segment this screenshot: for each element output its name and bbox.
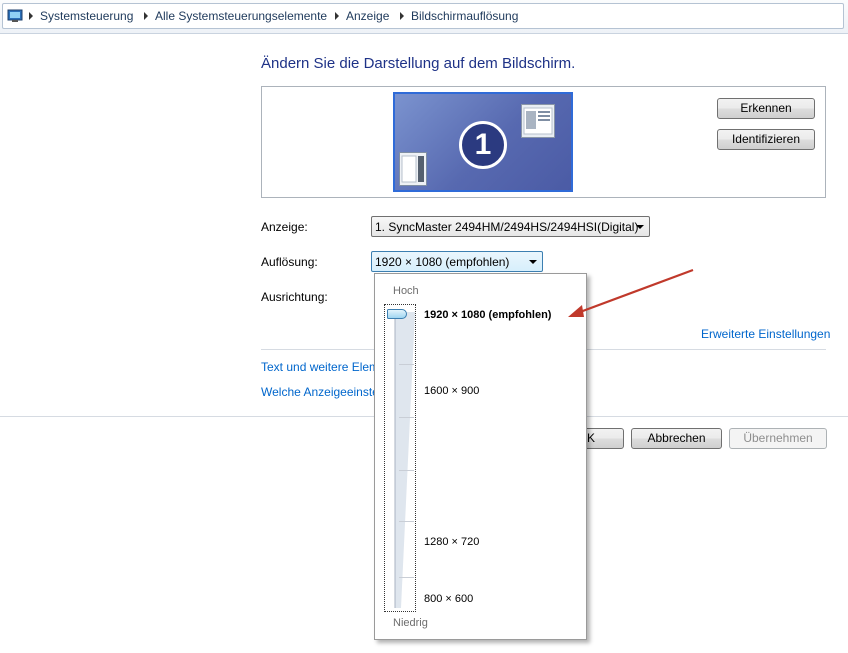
resolution-option[interactable]: 800 × 600: [424, 593, 473, 605]
slider-tick: [399, 417, 414, 418]
resolution-option[interactable]: 1600 × 900: [424, 385, 479, 397]
apply-button[interactable]: Übernehmen: [729, 428, 827, 449]
chevron-down-icon: [636, 225, 644, 229]
resolution-select[interactable]: 1920 × 1080 (empfohlen): [371, 251, 543, 272]
breadcrumb-item-alle-elemente[interactable]: Alle Systemsteuerungselemente: [155, 9, 327, 23]
breadcrumb-item-systemsteuerung[interactable]: Systemsteuerung: [40, 9, 133, 23]
monitor-1-tile[interactable]: 1: [393, 92, 573, 192]
orientation-label: Ausrichtung:: [261, 290, 328, 304]
breadcrumb[interactable]: Systemsteuerung Alle Systemsteuerungsele…: [2, 3, 844, 29]
desktop-window-icon: [399, 152, 427, 186]
breadcrumb-separator-icon[interactable]: [144, 12, 148, 20]
breadcrumb-separator-icon[interactable]: [29, 12, 33, 20]
breadcrumb-item-bildschirmaufloesung[interactable]: Bildschirmauflösung: [411, 9, 518, 23]
resolution-option[interactable]: 1280 × 720: [424, 536, 479, 548]
address-bar: Systemsteuerung Alle Systemsteuerungsele…: [0, 0, 848, 34]
slider-tick: [399, 470, 414, 471]
cancel-button[interactable]: Abbrechen: [631, 428, 722, 449]
which-settings-link[interactable]: Welche Anzeigeeinste: [261, 385, 379, 399]
slider-tick: [399, 577, 414, 578]
display-label: Anzeige:: [261, 220, 308, 234]
display-select[interactable]: 1. SyncMaster 2494HM/2494HS/2494HSI(Digi…: [371, 216, 650, 237]
monitor-number-badge: 1: [459, 121, 507, 169]
low-label: Niedrig: [393, 617, 428, 629]
resolution-select-value: 1920 × 1080 (empfohlen): [375, 255, 510, 269]
advanced-settings-link[interactable]: Erweiterte Einstellungen: [701, 327, 830, 341]
window-thumbnail-icon: [521, 104, 555, 138]
text-size-link[interactable]: Text und weitere Elem: [261, 360, 379, 374]
slider-thumb[interactable]: [387, 309, 407, 319]
slider-tick: [399, 364, 414, 365]
high-label: Hoch: [393, 285, 419, 297]
resolution-slider-track[interactable]: [393, 312, 415, 608]
resolution-label: Auflösung:: [261, 255, 318, 269]
resolution-option[interactable]: 1920 × 1080 (empfohlen): [424, 309, 551, 321]
slider-tick: [399, 521, 414, 522]
breadcrumb-separator-icon[interactable]: [335, 12, 339, 20]
chevron-down-icon: [529, 260, 537, 264]
identify-button[interactable]: Identifizieren: [717, 129, 815, 150]
page-title: Ändern Sie die Darstellung auf dem Bilds…: [261, 55, 576, 72]
display-select-value: 1. SyncMaster 2494HM/2494HS/2494HSI(Digi…: [375, 220, 639, 234]
breadcrumb-item-anzeige[interactable]: Anzeige: [346, 9, 389, 23]
breadcrumb-separator-icon[interactable]: [400, 12, 404, 20]
annotation-arrow-icon: [568, 268, 694, 317]
control-panel-icon[interactable]: [7, 8, 23, 24]
detect-button[interactable]: Erkennen: [717, 98, 815, 119]
